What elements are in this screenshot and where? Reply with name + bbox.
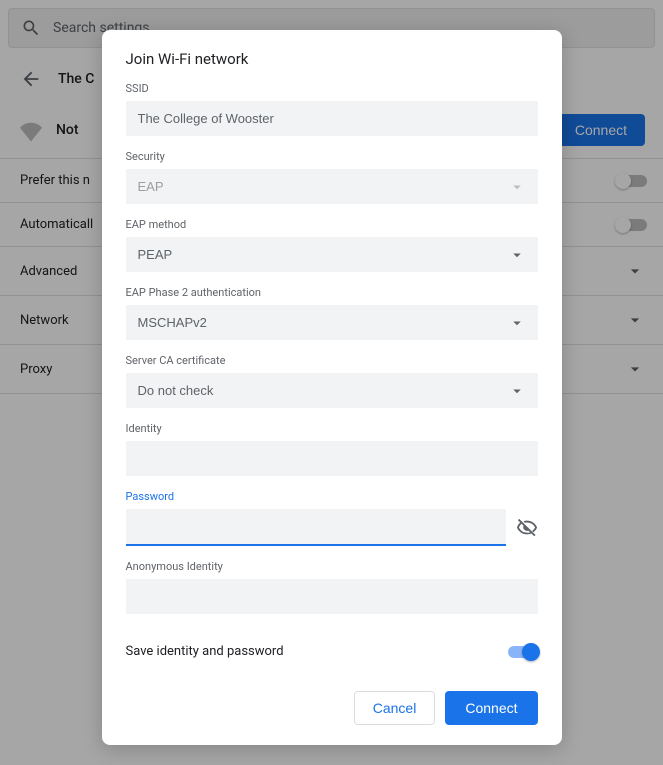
anon-identity-field: Anonymous Identity [126, 560, 538, 614]
identity-label: Identity [126, 422, 538, 435]
password-label: Password [126, 490, 538, 503]
eap-method-field: EAP method [126, 218, 538, 272]
eap-method-value [126, 237, 538, 272]
security-field: Security [126, 150, 538, 204]
phase2-value [126, 305, 538, 340]
identity-field: Identity [126, 422, 538, 476]
join-wifi-dialog: Join Wi-Fi network SSID Security EAP met… [102, 30, 562, 745]
phase2-field: EAP Phase 2 authentication [126, 286, 538, 340]
save-identity-row: Save identity and password [126, 628, 538, 667]
ssid-label: SSID [126, 82, 538, 95]
identity-input[interactable] [126, 441, 538, 476]
phase2-select[interactable] [126, 305, 538, 340]
save-identity-toggle[interactable] [508, 646, 538, 658]
ca-cert-select[interactable] [126, 373, 538, 408]
eap-method-select[interactable] [126, 237, 538, 272]
ca-cert-field: Server CA certificate [126, 354, 538, 408]
connect-button[interactable]: Connect [445, 691, 537, 725]
dialog-actions: Cancel Connect [126, 691, 538, 725]
ssid-input[interactable] [126, 101, 538, 136]
dialog-title: Join Wi-Fi network [126, 50, 538, 68]
security-select [126, 169, 538, 204]
ca-cert-value [126, 373, 538, 408]
anon-identity-label: Anonymous Identity [126, 560, 538, 573]
password-field: Password [126, 490, 538, 546]
save-identity-label: Save identity and password [126, 644, 508, 659]
eap-method-label: EAP method [126, 218, 538, 231]
phase2-label: EAP Phase 2 authentication [126, 286, 538, 299]
security-value [126, 169, 538, 204]
password-input[interactable] [126, 509, 506, 546]
security-label: Security [126, 150, 538, 163]
visibility-off-icon[interactable] [516, 517, 538, 539]
ca-cert-label: Server CA certificate [126, 354, 538, 367]
ssid-field: SSID [126, 82, 538, 136]
anon-identity-input[interactable] [126, 579, 538, 614]
cancel-button[interactable]: Cancel [354, 691, 436, 725]
